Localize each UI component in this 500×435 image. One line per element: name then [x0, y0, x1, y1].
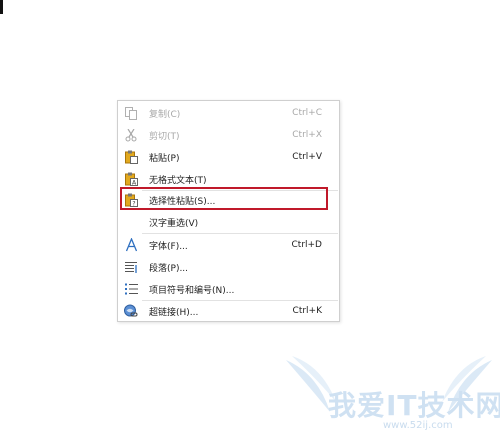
menu-item-shortcut: Ctrl+V: [292, 152, 322, 162]
menu-item-shortcut: Ctrl+K: [292, 306, 322, 316]
watermark-title: 我爱IT技术网: [328, 389, 500, 422]
paragraph-icon: [124, 260, 138, 274]
copy-icon: [124, 106, 138, 120]
menu-item-paragraph[interactable]: 段落(P)...: [118, 256, 339, 278]
menu-item-hyperlink[interactable]: 超链接(H)... Ctrl+K: [118, 300, 339, 322]
menu-item-label: 项目符号和编号(N)...: [149, 285, 235, 296]
font-icon: [124, 238, 138, 252]
menu-item-cut[interactable]: 剪切(T) Ctrl+X: [118, 124, 339, 146]
menu-item-shortcut: Ctrl+C: [292, 108, 322, 118]
paste-icon: [124, 150, 138, 164]
menu-item-copy[interactable]: 复制(C) Ctrl+C: [118, 102, 339, 124]
menu-item-paste[interactable]: 粘贴(P) Ctrl+V: [118, 146, 339, 168]
menu-item-font[interactable]: 字体(F)... Ctrl+D: [118, 234, 339, 256]
menu-item-reselect-chars[interactable]: 汉字重选(V): [118, 211, 339, 233]
highlight-box: [120, 187, 328, 210]
menu-item-label: 剪切(T): [149, 131, 180, 142]
menu-item-label: 段落(P)...: [149, 263, 189, 274]
blank-icon-slot: [124, 215, 138, 229]
corner-mark: [0, 0, 3, 14]
menu-item-label: 无格式文本(T): [149, 175, 207, 186]
scissors-icon: [124, 128, 138, 142]
watermark-url: www.52ij.com: [383, 420, 453, 431]
menu-item-shortcut: Ctrl+D: [291, 240, 323, 250]
menu-item-label: 复制(C): [149, 109, 181, 120]
menu-item-label: 字体(F)...: [149, 241, 188, 252]
bullet-list-icon: [124, 282, 138, 296]
paste-plain-text-icon: A: [124, 172, 138, 186]
hyperlink-icon: [124, 304, 138, 318]
context-menu: 复制(C) Ctrl+C 剪切(T) Ctrl+X 粘贴(P) Ctrl+V A…: [117, 100, 340, 322]
menu-item-label: 超链接(H)...: [149, 307, 199, 318]
menu-item-label: 汉字重选(V): [149, 218, 199, 229]
menu-item-shortcut: Ctrl+X: [292, 130, 322, 140]
menu-item-bullets-numbering[interactable]: 项目符号和编号(N)...: [118, 278, 339, 300]
menu-item-label: 粘贴(P): [149, 153, 180, 164]
